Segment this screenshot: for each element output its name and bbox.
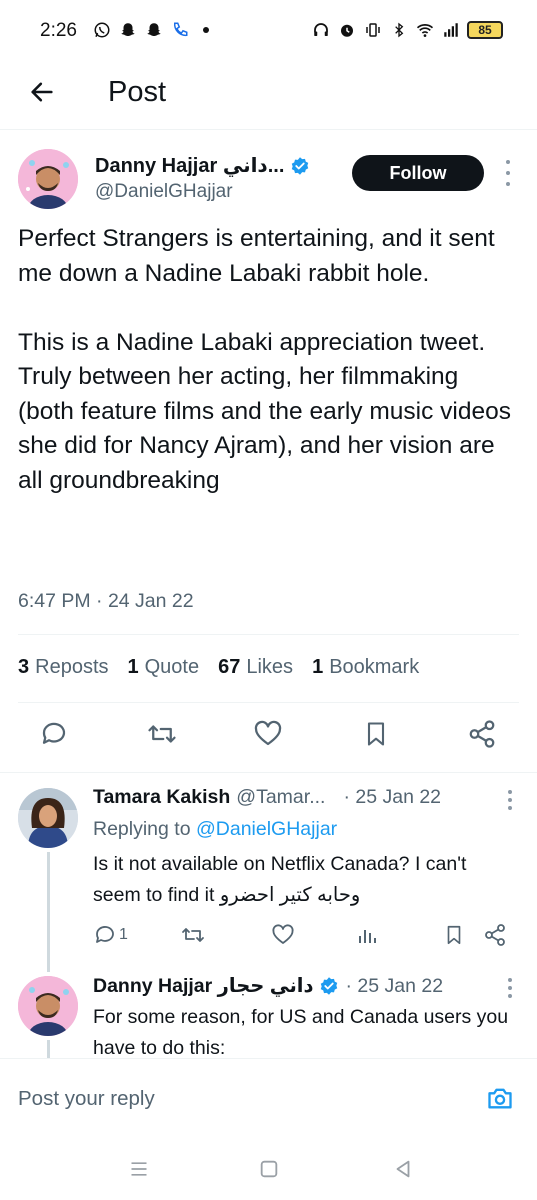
reply-composer[interactable]: Post your reply <box>0 1058 537 1138</box>
menu-icon[interactable] <box>126 1156 152 1182</box>
share-icon[interactable] <box>466 718 498 750</box>
reply-more-icon[interactable] <box>507 978 513 998</box>
post-paragraph: This is a Nadine Labaki appreciation twe… <box>18 328 511 494</box>
likes-stat[interactable]: 67 Likes <box>218 656 293 679</box>
author-avatar[interactable] <box>18 149 78 209</box>
bookmark-icon <box>447 925 461 945</box>
follow-button[interactable]: Follow <box>352 155 484 191</box>
system-nav-bar <box>0 1138 537 1200</box>
post-paragraph: Perfect Strangers is entertaining, and i… <box>18 225 495 287</box>
repost-icon <box>182 928 204 942</box>
views-icon <box>359 930 376 943</box>
reply-more-icon[interactable] <box>507 790 513 810</box>
battery-indicator: 85 <box>467 21 503 39</box>
reply-bookmark-button[interactable] <box>443 922 465 948</box>
status-bar: 2:26 85 <box>0 0 537 62</box>
repost-icon[interactable] <box>146 718 178 750</box>
reply-author-handle[interactable]: @Tamar... <box>236 786 325 809</box>
reply-text: Is it not available on Netflix Canada? I… <box>93 853 467 906</box>
thread-line <box>47 852 50 972</box>
vibrate-icon <box>363 20 383 40</box>
reply-header: Tamara Kakish @Tamar... · 25 Jan 22 <box>93 786 441 809</box>
reply-author-name[interactable]: Danny Hajjar داني حجار <box>93 974 313 998</box>
home-icon[interactable] <box>256 1156 282 1182</box>
like-icon <box>272 924 294 944</box>
camera-icon[interactable] <box>485 1083 515 1113</box>
reply-avatar[interactable] <box>18 976 78 1036</box>
replying-to-handle[interactable]: @DanielGHajjar <box>196 818 337 840</box>
bluetooth-icon <box>389 20 409 40</box>
post-timestamp[interactable]: 6:47 PM · 24 Jan 22 <box>18 590 194 613</box>
dot-icon <box>196 20 216 40</box>
page-title: Post <box>108 76 167 108</box>
reply-header: Danny Hajjar داني حجار · 25 Jan 22 <box>93 974 443 998</box>
notification-icons <box>92 20 216 40</box>
post-body: Perfect Strangers is entertaining, and i… <box>18 222 518 498</box>
wifi-icon <box>415 20 435 40</box>
back-nav-icon[interactable] <box>390 1156 416 1182</box>
alarm-icon <box>337 20 357 40</box>
arrow-left-icon <box>31 82 53 102</box>
reply-count: 1 <box>119 926 128 943</box>
like-icon[interactable] <box>252 718 284 750</box>
reply-text: For some reason, for US and Canada users… <box>93 1006 509 1059</box>
reply-input[interactable]: Post your reply <box>18 1087 155 1111</box>
bookmarks-stat[interactable]: 1 Bookmark <box>312 656 419 679</box>
reply-repost-button[interactable] <box>181 922 205 948</box>
reply-icon[interactable] <box>38 718 70 750</box>
bookmark-icon[interactable] <box>360 718 392 750</box>
quotes-stat[interactable]: 1 Quote <box>128 656 200 679</box>
thread-line <box>47 1040 50 1060</box>
reposts-stat[interactable]: 3 Reposts <box>18 656 109 679</box>
reply-like-button[interactable] <box>271 922 295 948</box>
status-time: 2:26 <box>40 20 77 41</box>
reply-date[interactable]: · 25 Jan 22 <box>345 975 443 998</box>
snapchat-icon <box>144 20 164 40</box>
more-options-icon[interactable] <box>501 160 515 186</box>
reply-icon <box>96 926 114 943</box>
post-actions <box>0 718 537 758</box>
reply-reply-button[interactable]: 1 <box>93 922 128 948</box>
top-bar: Post <box>0 62 537 130</box>
phone-icon <box>170 20 190 40</box>
whatsapp-icon <box>92 20 112 40</box>
replying-to: Replying to @DanielGHajjar <box>93 818 338 840</box>
reply-actions: 1 <box>93 922 513 948</box>
divider <box>18 702 519 703</box>
author-handle[interactable]: @DanielGHajjar <box>95 181 233 203</box>
verified-badge-icon <box>290 156 310 176</box>
author-name-line[interactable]: Danny Hajjar داني... <box>95 153 310 178</box>
reply-date[interactable]: · 25 Jan 22 <box>343 786 441 809</box>
back-button[interactable] <box>26 76 58 108</box>
reply-share-button[interactable] <box>483 922 507 948</box>
verified-badge-icon <box>319 976 339 996</box>
reply-avatar[interactable] <box>18 788 78 848</box>
share-icon <box>485 924 505 946</box>
author-name[interactable]: Danny Hajjar داني... <box>95 153 284 178</box>
post-stats: 3 Reposts 1 Quote 67 Likes 1 Bookmark <box>18 656 438 679</box>
reply-views-button[interactable] <box>355 922 379 948</box>
headphones-icon <box>311 20 331 40</box>
snapchat-icon <box>118 20 138 40</box>
system-icons: 85 <box>311 20 503 40</box>
reply-author-name[interactable]: Tamara Kakish <box>93 786 230 809</box>
divider <box>18 634 519 635</box>
signal-icon <box>441 20 461 40</box>
divider <box>0 772 537 773</box>
